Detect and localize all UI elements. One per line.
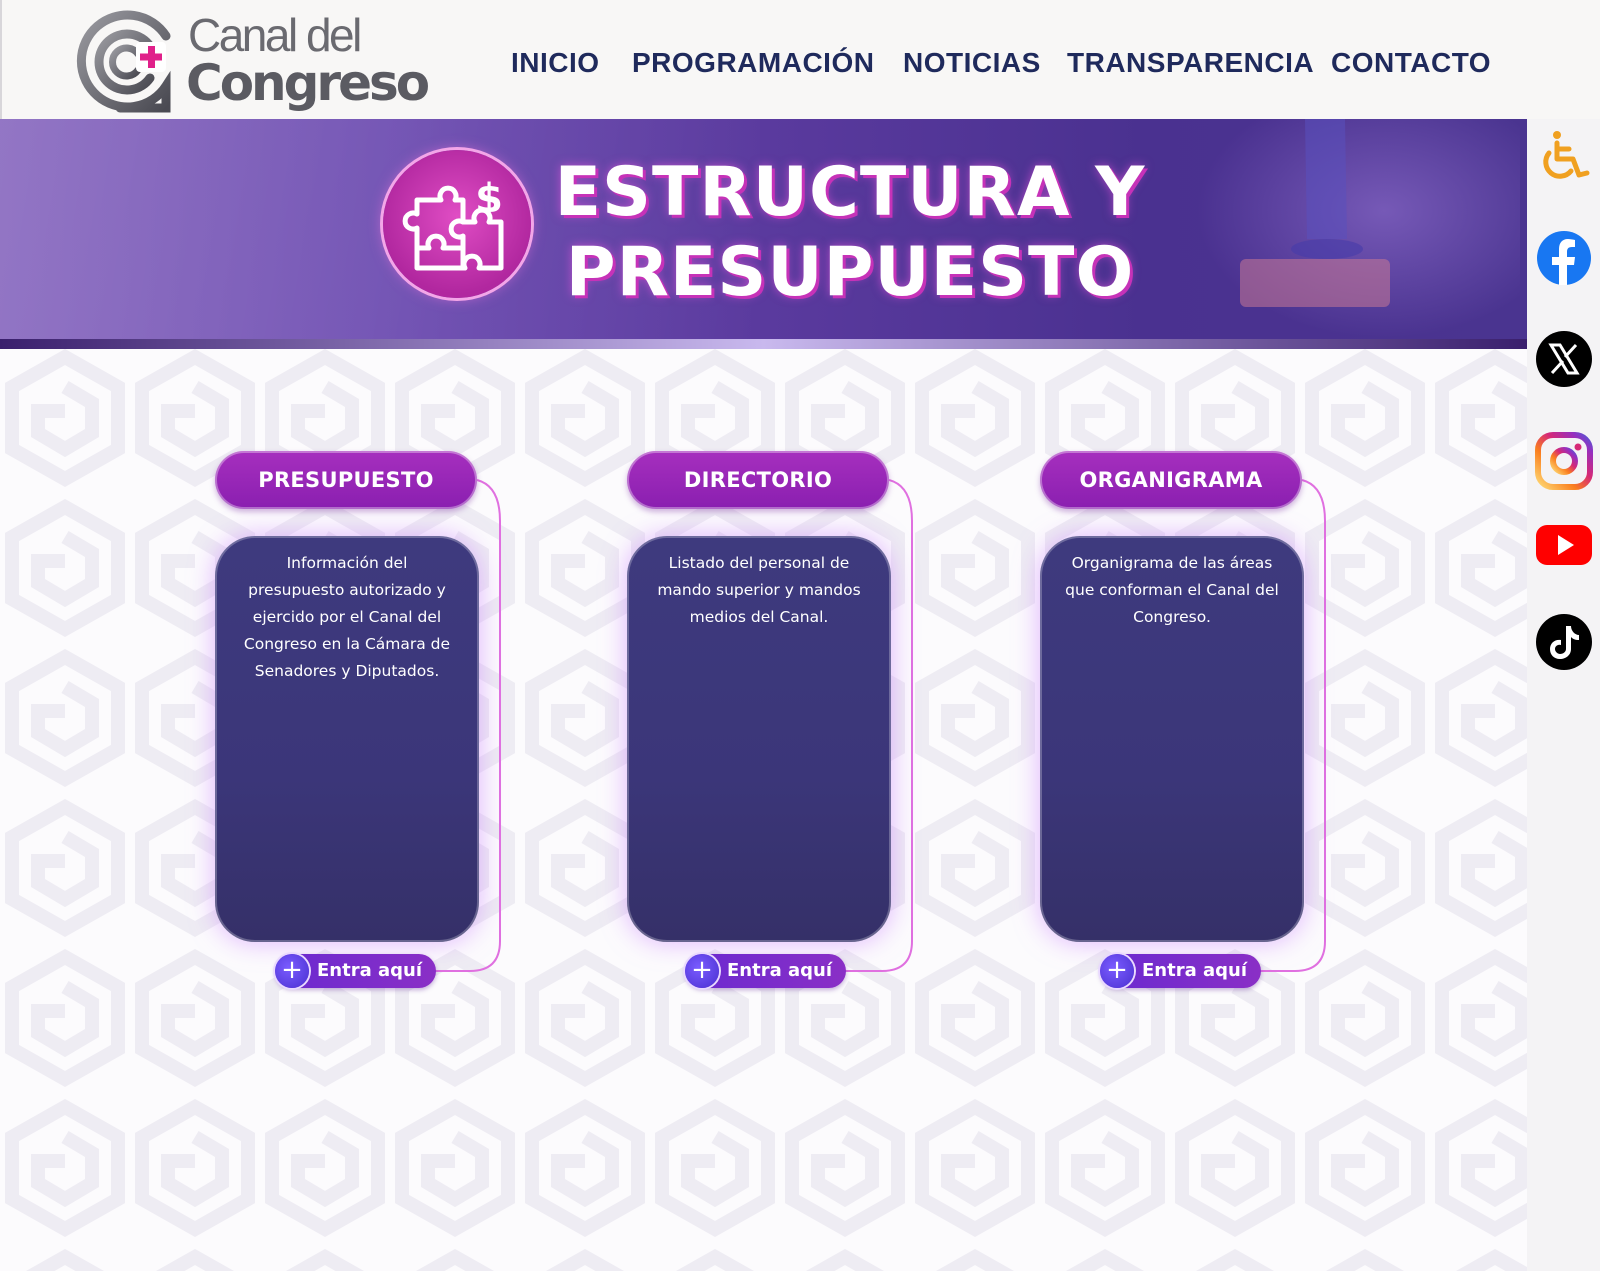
card-description: Listado del personal de mando superior y… xyxy=(657,554,861,626)
plus-icon: + xyxy=(1100,954,1134,988)
enter-button-label: Entra aquí xyxy=(727,960,833,981)
page-title-line-1: ESTRUCTURA Y xyxy=(554,153,1146,232)
banner-bottom-bar xyxy=(0,339,1527,349)
card-organigrama: ORGANIGRAMA Organigrama de las áreas que… xyxy=(1040,451,1360,1011)
enter-button-label: Entra aquí xyxy=(1142,960,1248,981)
nav-transparencia[interactable]: TRANSPARENCIA xyxy=(1067,47,1314,79)
card-description: Información del presupuesto autorizado y… xyxy=(243,554,451,680)
plus-icon: + xyxy=(275,954,309,988)
instagram-icon[interactable] xyxy=(1535,432,1593,490)
card-body: Organigrama de las áreas que conforman e… xyxy=(1040,536,1304,942)
facebook-icon[interactable] xyxy=(1535,229,1593,287)
card-title-directorio[interactable]: DIRECTORIO xyxy=(627,451,889,509)
social-sidebar xyxy=(1527,119,1600,1271)
card-description: Organigrama de las áreas que conforman e… xyxy=(1065,554,1279,626)
plus-icon: + xyxy=(685,954,719,988)
page-title: ESTRUCTURA Y PRESUPUESTO xyxy=(540,153,1160,313)
main-content: PRESUPUESTO Información del presupuesto … xyxy=(0,349,1527,1271)
card-title-presupuesto[interactable]: PRESUPUESTO xyxy=(215,451,477,509)
banner-icon-circle: $ xyxy=(383,150,531,298)
main-nav: INICIO PROGRAMACIÓN NOTICIAS TRANSPARENC… xyxy=(0,47,1600,81)
enter-button-label: Entra aquí xyxy=(317,960,423,981)
x-icon[interactable] xyxy=(1535,330,1593,388)
enter-button-organigrama[interactable]: + Entra aquí xyxy=(1100,954,1262,988)
nav-inicio[interactable]: INICIO xyxy=(511,47,600,79)
card-title-organigrama[interactable]: ORGANIGRAMA xyxy=(1040,451,1302,509)
nav-noticias[interactable]: NOTICIAS xyxy=(903,47,1041,79)
accessibility-icon[interactable] xyxy=(1535,127,1593,185)
nav-programacion[interactable]: PROGRAMACIÓN xyxy=(632,47,874,79)
puzzle-dollar-icon: $ xyxy=(402,176,504,271)
page-title-line-2: PRESUPUESTO xyxy=(565,233,1135,312)
stamp-icon xyxy=(1240,119,1390,307)
tiktok-icon[interactable] xyxy=(1535,613,1593,671)
svg-text:$: $ xyxy=(475,176,503,222)
card-presupuesto: PRESUPUESTO Información del presupuesto … xyxy=(215,451,535,1011)
hero-banner: $ ESTRUCTURA Y PRESUPUESTO xyxy=(0,119,1527,349)
card-directorio: DIRECTORIO Listado del personal de mando… xyxy=(627,451,947,1011)
nav-contacto[interactable]: CONTACTO xyxy=(1331,47,1491,79)
card-body: Información del presupuesto autorizado y… xyxy=(215,536,479,942)
site-header: Canal del Congreso INICIO PROGRAMACIÓN N… xyxy=(0,0,1600,119)
card-body: Listado del personal de mando superior y… xyxy=(627,536,891,942)
enter-button-directorio[interactable]: + Entra aquí xyxy=(685,954,847,988)
youtube-icon[interactable] xyxy=(1535,515,1593,573)
enter-button-presupuesto[interactable]: + Entra aquí xyxy=(275,954,437,988)
